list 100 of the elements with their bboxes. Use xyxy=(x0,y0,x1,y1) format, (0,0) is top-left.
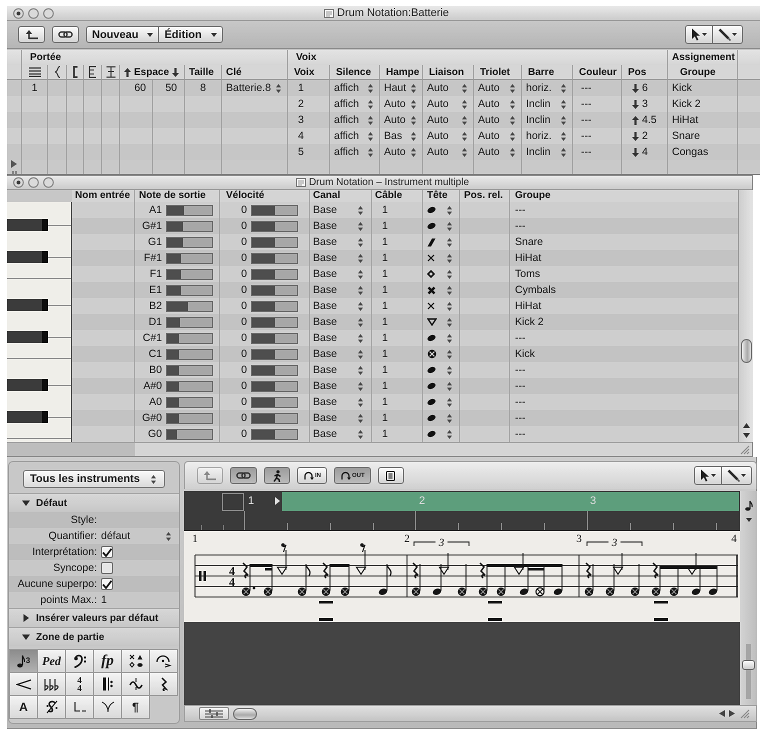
popup-menu[interactable]: horiz. xyxy=(526,80,569,96)
note-bar[interactable] xyxy=(166,300,213,312)
scrollbar[interactable] xyxy=(738,190,753,442)
note-bar[interactable] xyxy=(166,284,213,296)
walk-button[interactable] xyxy=(264,467,290,484)
table-row[interactable]: E1 0 Base 1 Cymbals xyxy=(72,282,738,298)
pencil-tool-button[interactable] xyxy=(713,25,743,44)
popup-menu[interactable]: Auto xyxy=(427,144,470,160)
note-bar[interactable] xyxy=(166,380,213,392)
popup-menu[interactable]: Base xyxy=(313,298,366,314)
close-button[interactable] xyxy=(13,8,24,18)
note-bar[interactable] xyxy=(166,364,213,376)
popup-menu[interactable]: affich xyxy=(334,112,376,128)
pencil-tool-button[interactable] xyxy=(722,466,752,485)
popup-menu[interactable]: Auto xyxy=(427,96,470,112)
velocity-bar[interactable] xyxy=(251,396,298,408)
table-row[interactable]: F#1 0 Base 1 HiHat xyxy=(72,250,738,266)
minimize-button[interactable] xyxy=(28,177,39,188)
table-row[interactable]: G0 0 Base 1 --- xyxy=(72,426,738,442)
velocity-bar[interactable] xyxy=(251,284,298,296)
popup-menu[interactable]: affich xyxy=(334,144,376,160)
palette-button[interactable] xyxy=(150,673,178,696)
popup-menu[interactable]: horiz. xyxy=(526,128,569,144)
table-row[interactable]: G#1 0 Base 1 --- xyxy=(72,218,738,234)
popup-menu[interactable]: Base xyxy=(313,394,366,410)
table-row[interactable]: C#1 0 Base 1 --- xyxy=(72,330,738,346)
palette-button[interactable] xyxy=(150,650,178,673)
popup-menu[interactable]: Base xyxy=(313,378,366,394)
palette-button[interactable] xyxy=(122,673,150,696)
note-bar[interactable] xyxy=(166,428,213,440)
velocity-bar[interactable] xyxy=(251,428,298,440)
popup-menu[interactable]: Base xyxy=(313,362,366,378)
table-row[interactable]: C1 0 Base 1 Kick xyxy=(72,346,738,362)
note-bar[interactable] xyxy=(166,412,213,424)
velocity-bar[interactable] xyxy=(251,236,298,248)
menu-button[interactable]: Nouveau xyxy=(86,26,160,43)
note-bar[interactable] xyxy=(166,236,213,248)
close-button[interactable] xyxy=(13,177,24,188)
popup-menu[interactable]: Auto xyxy=(384,112,419,128)
popup-menu[interactable]: affich xyxy=(334,96,376,112)
table-row[interactable]: A1 0 Base 1 --- xyxy=(72,202,738,218)
palette-button[interactable]: A xyxy=(10,696,38,719)
velocity-bar[interactable] xyxy=(251,316,298,328)
list-button[interactable] xyxy=(378,467,404,484)
up-arrow-icon[interactable] xyxy=(742,423,750,428)
note-bar[interactable] xyxy=(166,332,213,344)
velocity-bar[interactable] xyxy=(251,204,298,216)
velocity-bar[interactable] xyxy=(251,412,298,424)
table-row[interactable]: 4 affich Bas Auto Auto horiz. --- 2 Snare xyxy=(7,128,760,144)
velocity-bar[interactable] xyxy=(251,380,298,392)
scroll-thumb[interactable] xyxy=(740,339,752,363)
note-bar[interactable] xyxy=(166,204,213,216)
popup-menu[interactable]: Base xyxy=(313,426,366,442)
note-bar[interactable] xyxy=(166,316,213,328)
palette-button[interactable] xyxy=(122,650,150,673)
right-arrow-icon[interactable] xyxy=(729,710,735,717)
table-row[interactable]: B0 0 Base 1 --- xyxy=(72,362,738,378)
table-row[interactable]: A0 0 Base 1 --- xyxy=(72,394,738,410)
zoom-button[interactable] xyxy=(43,177,54,188)
link-button[interactable] xyxy=(52,26,79,43)
scroll-thumb[interactable] xyxy=(233,708,257,720)
palette-button[interactable] xyxy=(10,673,38,696)
table-row[interactable]: G1 0 Base 1 Snare xyxy=(72,234,738,250)
back-button[interactable] xyxy=(18,26,45,43)
popup-menu[interactable]: Base xyxy=(313,266,366,282)
popup-menu[interactable]: Base xyxy=(313,282,366,298)
left-arrow-icon[interactable] xyxy=(719,710,725,717)
table-row[interactable]: D1 0 Base 1 Kick 2 xyxy=(72,314,738,330)
popup-menu[interactable]: Auto xyxy=(427,112,470,128)
table-row[interactable]: 2 affich Auto Auto Auto Inclin --- 3 Kick 2 xyxy=(7,96,760,112)
popup-menu[interactable]: Inclin xyxy=(526,144,569,160)
velocity-bar[interactable] xyxy=(251,220,298,232)
popup-menu[interactable]: Base xyxy=(313,234,366,250)
popup-menu[interactable]: Base xyxy=(313,202,366,218)
pointer-tool-button[interactable] xyxy=(694,466,722,485)
palette-button[interactable]: Ped xyxy=(38,650,66,673)
velocity-bar[interactable] xyxy=(251,332,298,344)
popup-menu[interactable]: Haut xyxy=(384,80,419,96)
timeline-ruler[interactable]: 1 2 3 xyxy=(184,491,740,531)
table-row[interactable]: A#0 0 Base 1 --- xyxy=(72,378,738,394)
note-bar[interactable] xyxy=(166,396,213,408)
popup-menu[interactable]: Bas xyxy=(384,128,419,144)
palette-button[interactable] xyxy=(66,696,94,719)
popup-menu[interactable]: Base xyxy=(313,330,366,346)
popup-menu[interactable]: affich xyxy=(334,80,376,96)
popup-menu[interactable]: Base xyxy=(313,314,366,330)
pointer-tool-button[interactable] xyxy=(685,25,713,44)
popup-menu[interactable]: Auto xyxy=(478,128,518,144)
down-arrow-icon[interactable] xyxy=(742,433,750,438)
popup-menu[interactable]: affich xyxy=(334,128,376,144)
popup-menu[interactable]: Base xyxy=(313,410,366,426)
menu-button[interactable]: Édition xyxy=(159,26,223,43)
scrollbar[interactable] xyxy=(184,705,757,722)
velocity-bar[interactable] xyxy=(251,252,298,264)
checkbox[interactable] xyxy=(101,546,113,558)
view-toggle-button[interactable] xyxy=(199,707,229,720)
table-row[interactable]: F1 0 Base 1 Toms xyxy=(72,266,738,282)
checkbox[interactable] xyxy=(101,562,113,574)
zoom-button[interactable] xyxy=(43,8,54,18)
popup-menu[interactable]: Auto xyxy=(384,144,419,160)
